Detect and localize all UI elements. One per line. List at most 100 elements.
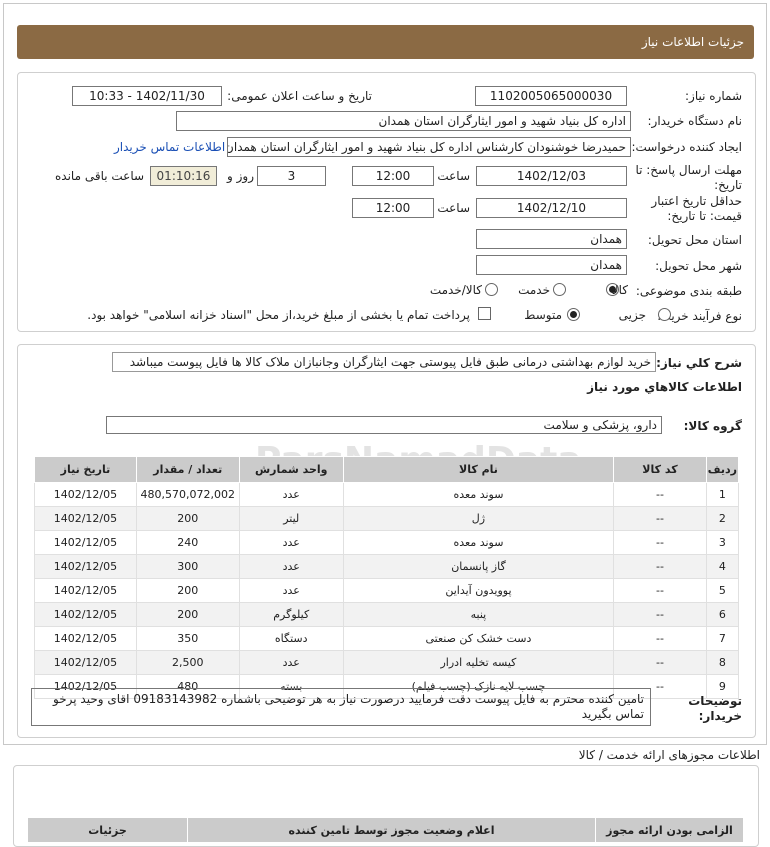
deadline-date-field: 1402/12/03 bbox=[476, 166, 627, 186]
item-quantity: 240 bbox=[135, 530, 240, 555]
announce-field: 1402/11/30 - 10:33 bbox=[72, 86, 222, 106]
permit-col-status: اعلام وضعیت مجوز توسط تامین کننده bbox=[187, 817, 596, 843]
category-service-label: خدمت bbox=[518, 283, 550, 297]
category-both-radio[interactable] bbox=[485, 283, 498, 296]
row-number: 2 bbox=[705, 506, 740, 531]
deadline-time-field: 12:00 bbox=[352, 166, 434, 186]
buyer-org-field: اداره کل بنیاد شهید و امور ایثارگران است… bbox=[176, 111, 631, 131]
item-unit: عدد bbox=[238, 578, 344, 603]
category-label: طبقه بندی موضوعی: bbox=[635, 284, 742, 298]
row-number: 5 bbox=[705, 578, 740, 603]
row-number: 4 bbox=[705, 554, 740, 579]
item-code: -- bbox=[613, 626, 707, 651]
item-unit: عدد bbox=[238, 482, 344, 507]
item-date: 1402/12/05 bbox=[34, 506, 137, 531]
contact-info-link[interactable]: اطلاعات تماس خریدار bbox=[114, 140, 225, 154]
category-service-radio[interactable] bbox=[553, 283, 566, 296]
goods-group-label: گروه کالا: bbox=[683, 419, 742, 433]
row-number: 1 bbox=[705, 482, 740, 507]
item-name: کیسه تخلیه ادرار bbox=[342, 650, 615, 675]
item-date: 1402/12/05 bbox=[34, 626, 137, 651]
item-unit: لیتر bbox=[238, 506, 344, 531]
province-label: استان محل تحویل: bbox=[647, 233, 742, 247]
deadline-time-label: ساعت bbox=[437, 169, 470, 183]
item-code: -- bbox=[613, 506, 707, 531]
item-name: پنبه bbox=[342, 602, 615, 627]
item-name: پوویدون آیداین bbox=[342, 578, 615, 603]
table-row: 5 -- پوویدون آیداین عدد 200 1402/12/05 bbox=[34, 578, 740, 603]
remaining-label: ساعت باقی مانده bbox=[55, 169, 145, 183]
item-date: 1402/12/05 bbox=[34, 530, 137, 555]
item-date: 1402/12/05 bbox=[34, 650, 137, 675]
item-date: 1402/12/05 bbox=[34, 602, 137, 627]
process-medium-radio[interactable] bbox=[567, 308, 580, 321]
summary-field: خرید لوازم بهداشتی درمانی طبق فایل پیوست… bbox=[112, 352, 656, 372]
validity-time-field: 12:00 bbox=[352, 198, 434, 218]
item-quantity: 480,570,072,002 bbox=[135, 482, 240, 507]
item-unit: عدد bbox=[238, 650, 344, 675]
item-code: -- bbox=[613, 482, 707, 507]
item-unit: عدد bbox=[238, 530, 344, 555]
item-date: 1402/12/05 bbox=[34, 482, 137, 507]
item-code: -- bbox=[613, 650, 707, 675]
item-name: ژل bbox=[342, 506, 615, 531]
table-row: 2 -- ژل لیتر 200 1402/12/05 bbox=[34, 506, 740, 531]
page-title: جزئیات اطلاعات نیاز bbox=[641, 35, 744, 49]
item-quantity: 200 bbox=[135, 578, 240, 603]
announce-label: تاریخ و ساعت اعلان عمومی: bbox=[227, 89, 372, 103]
treasury-payment-note: پرداخت تمام یا بخشی از مبلغ خرید،از محل … bbox=[87, 308, 470, 322]
table-row: 4 -- گاز پانسمان عدد 300 1402/12/05 bbox=[34, 554, 740, 579]
col-name: نام کالا bbox=[342, 456, 615, 483]
col-code: کد کالا bbox=[613, 456, 707, 483]
row-number: 3 bbox=[705, 530, 740, 555]
item-name: دست خشک کن صنعتی bbox=[342, 626, 615, 651]
table-row: 8 -- کیسه تخلیه ادرار عدد 2,500 1402/12/05 bbox=[34, 650, 740, 675]
item-code: -- bbox=[613, 530, 707, 555]
item-date: 1402/12/05 bbox=[34, 554, 137, 579]
goods-group-field: دارو، پزشکی و سلامت bbox=[106, 416, 662, 434]
item-name: سوند معده bbox=[342, 482, 615, 507]
validity-date-field: 1402/12/10 bbox=[476, 198, 627, 218]
table-row: 3 -- سوند معده عدد 240 1402/12/05 bbox=[34, 530, 740, 555]
process-minor-label: جزیی bbox=[618, 308, 646, 322]
item-code: -- bbox=[613, 578, 707, 603]
notes-label-buyer: خریدار: bbox=[698, 709, 742, 723]
permits-title: اطلاعات مجوزهای ارائه خدمت / کالا bbox=[578, 748, 760, 762]
summary-label: شرح کلي نياز: bbox=[656, 356, 742, 370]
buyer-org-label: نام دستگاه خریدار: bbox=[647, 114, 743, 128]
notes-label: توضیحات bbox=[688, 694, 742, 708]
item-unit: دستگاه bbox=[238, 626, 344, 651]
validity-label-date: قیمت: تا تاریخ: bbox=[667, 209, 742, 223]
table-row: 7 -- دست خشک کن صنعتی دستگاه 350 1402/12/05 bbox=[34, 626, 740, 651]
treasury-payment-checkbox[interactable] bbox=[478, 307, 491, 320]
buyer-notes-field: تامین کننده محترم به فایل پیوست دقت فرما… bbox=[31, 688, 651, 726]
province-field: همدان bbox=[476, 229, 627, 249]
days-field: 3 bbox=[257, 166, 326, 186]
item-quantity: 200 bbox=[135, 506, 240, 531]
table-row: 1 -- سوند معده عدد 480,570,072,002 1402/12/05 bbox=[34, 482, 740, 507]
category-goods-label: کالا bbox=[611, 283, 628, 297]
process-minor-radio[interactable] bbox=[658, 308, 671, 321]
permit-col-required: الزامی بودن ارائه مجوز bbox=[595, 817, 744, 843]
need-number-label: شماره نیاز: bbox=[685, 89, 742, 103]
item-unit: کیلوگرم bbox=[238, 602, 344, 627]
goods-info-title: اطلاعات کالاهاي مورد نياز bbox=[587, 380, 742, 394]
days-label: روز و bbox=[227, 169, 254, 183]
item-name: گاز پانسمان bbox=[342, 554, 615, 579]
validity-time-label: ساعت bbox=[437, 201, 470, 215]
item-quantity: 2,500 bbox=[135, 650, 240, 675]
process-medium-label: متوسط bbox=[524, 308, 562, 322]
table-row: 6 -- پنبه کیلوگرم 200 1402/12/05 bbox=[34, 602, 740, 627]
city-label: شهر محل تحویل: bbox=[655, 259, 742, 273]
row-number: 7 bbox=[705, 626, 740, 651]
col-date: تاریخ نیاز bbox=[34, 456, 137, 483]
col-qty: تعداد / مقدار bbox=[135, 456, 240, 483]
item-code: -- bbox=[613, 554, 707, 579]
item-quantity: 200 bbox=[135, 602, 240, 627]
row-number: 6 bbox=[705, 602, 740, 627]
category-both-label: کالا/خدمت bbox=[429, 283, 482, 297]
item-quantity: 300 bbox=[135, 554, 240, 579]
item-unit: عدد bbox=[238, 554, 344, 579]
need-number-field: 1102005065000030 bbox=[475, 86, 627, 106]
page-header: جزئیات اطلاعات نیاز bbox=[17, 25, 754, 59]
